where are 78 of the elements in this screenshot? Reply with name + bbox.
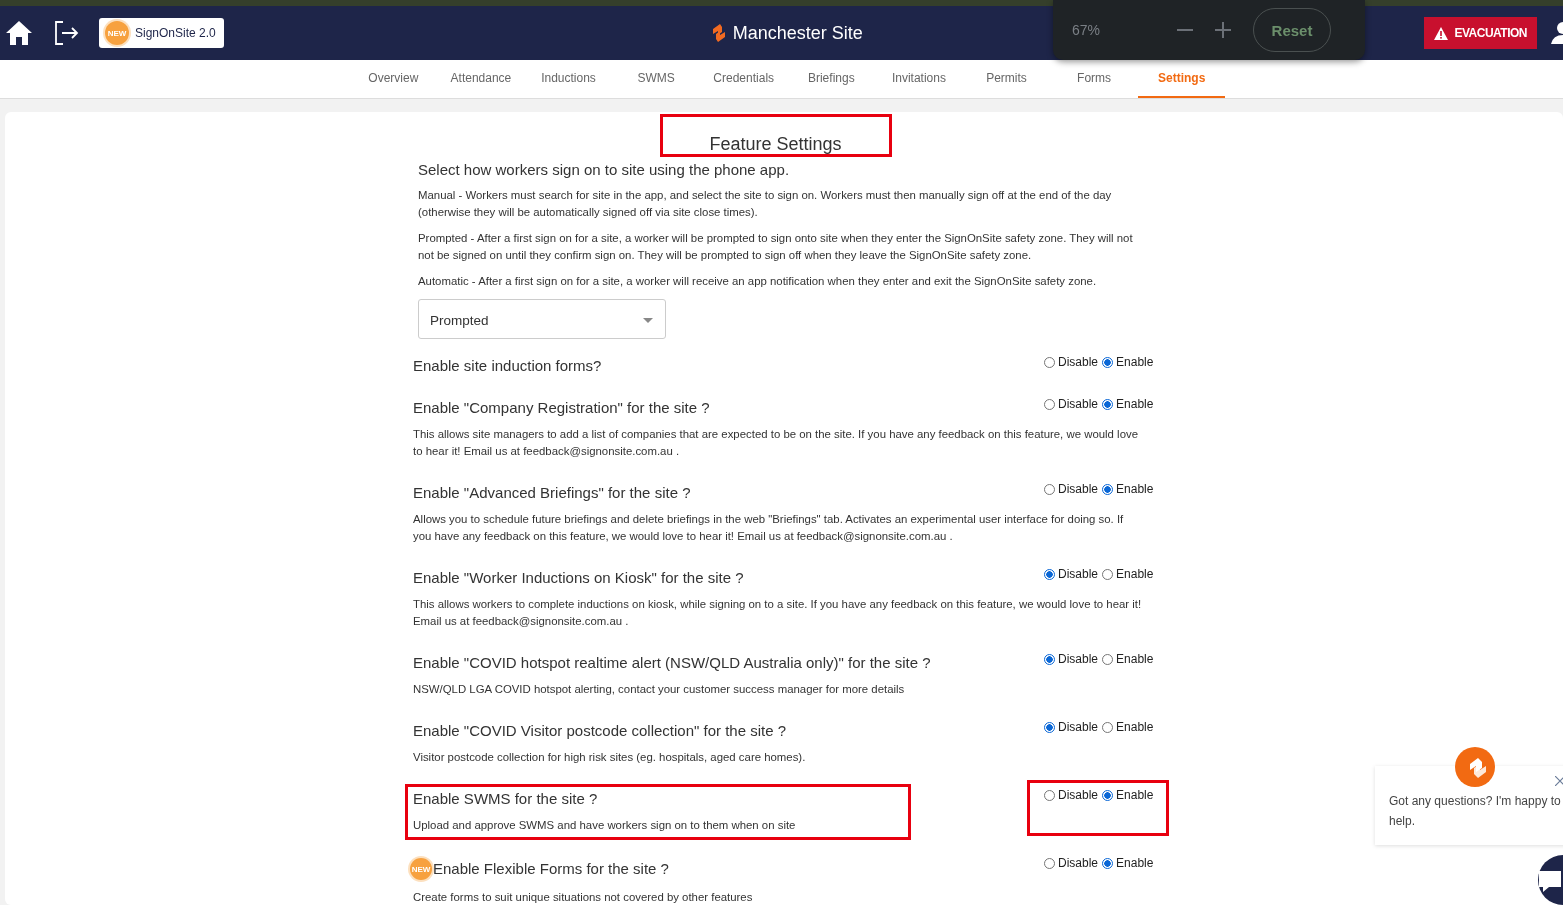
logout-icon[interactable] [53, 20, 79, 46]
radio-button[interactable] [1102, 398, 1114, 410]
feature-description: NSW/QLD LGA COVID hotspot alerting, contact your customer success manager for more details [413, 682, 906, 697]
feature-description: Create forms to suit unique situations not covered by other features [413, 890, 754, 905]
nav-tab[interactable]: SWMS [612, 60, 700, 98]
radio-option[interactable]: Enable [1102, 355, 1154, 369]
warning-icon [1434, 26, 1449, 40]
radio-option[interactable]: Enable [1102, 720, 1154, 734]
radio-option[interactable]: Disable [1044, 788, 1099, 802]
home-icon[interactable] [5, 20, 33, 46]
mode-description: Manual - Workers must search for site in the app, and select the site to sign on. Workers must then manually sign off at the end of the day (otherwise they will be automatically signed off via site close times). [418, 188, 1113, 220]
radio-option[interactable]: Enable [1102, 652, 1154, 666]
nav-tab[interactable]: Inductions [524, 60, 613, 98]
caret-icon [643, 317, 653, 323]
nav-tab[interactable]: Credentials [699, 60, 788, 98]
feature-description: Visitor postcode collection for high risk sites (eg. hospitals, aged care homes). [413, 750, 807, 765]
radio-option[interactable]: Enable [1102, 856, 1154, 870]
radio-button[interactable] [1044, 568, 1055, 580]
minus-icon [1177, 29, 1193, 31]
radio-button[interactable] [1044, 653, 1055, 665]
radio-button[interactable] [1102, 721, 1114, 733]
radio-button[interactable] [1044, 483, 1055, 495]
feature-title: Enable "Company Registration" for the site ? [413, 399, 710, 417]
radio-button[interactable] [1044, 398, 1055, 410]
feature-description: Allows you to schedule future briefings and delete briefings in the web "Briefings" tab. Activates an experimental user interface for doing so. If you have any feedback on this feature, we would love to hear it! Email us at feedback@signonsite.com.au . [413, 512, 1125, 544]
plus-icon [1214, 21, 1232, 39]
feature-description: Upload and approve SWMS and have workers sign on to them when on site [413, 818, 797, 833]
feature-title: Enable "COVID Visitor postcode collection" for the site ? [413, 722, 787, 740]
mode-description: Automatic - After a first sign on for a site, a worker will receive an app notification when they enter and exit the SignOnSite safety zone. [418, 274, 1098, 289]
close-icon[interactable] [1555, 776, 1563, 786]
radio-option[interactable]: Disable [1044, 567, 1099, 581]
radio-option[interactable]: Disable [1044, 856, 1099, 870]
version-badge-button[interactable]: NEW SignOnSite 2.0 [99, 18, 224, 48]
radio-option[interactable]: Disable [1044, 720, 1099, 734]
radio-button[interactable] [1044, 789, 1055, 801]
radio-option[interactable]: Disable [1044, 652, 1099, 666]
feature-description: This allows workers to complete inductions on kiosk, while signing on to a site. If you have any feedback on this feature, we would love to hear it! Email us at feedback@signonsite.com.au . [413, 597, 1143, 629]
nav-tab[interactable]: Attendance [437, 60, 525, 98]
new-badge: NEW [105, 21, 129, 45]
radio-option[interactable]: Disable [1044, 355, 1099, 369]
radio-button[interactable] [1102, 789, 1114, 801]
evacuation-button[interactable]: EVACUATION [1424, 17, 1537, 49]
nav-tab[interactable]: Forms [1050, 60, 1138, 98]
radio-button[interactable] [1044, 721, 1055, 733]
nav-tab[interactable]: Briefings [787, 60, 876, 98]
sign-on-heading: Select how workers sign on to site using the phone app. [418, 161, 791, 178]
chat-message: Got any questions? I'm happy to help. [1389, 793, 1562, 830]
radio-button[interactable] [1044, 356, 1055, 368]
feature-description: This allows site managers to add a list of companies that are expected to be on the site. If you have any feedback on this feature, we would love to hear it! Email us at feedback@signonsite.com.au . [413, 427, 1139, 459]
radio-option[interactable]: Disable [1044, 397, 1099, 411]
nav-tab[interactable]: Invitations [875, 60, 963, 98]
radio-option[interactable]: Disable [1044, 482, 1099, 496]
radio-option[interactable]: Enable [1102, 788, 1154, 802]
sign-on-mode-dropdown[interactable]: Prompted [418, 299, 666, 339]
zoom-in-button[interactable] [1214, 21, 1232, 39]
user-icon[interactable] [1551, 22, 1563, 44]
radio-button[interactable] [1102, 568, 1114, 580]
radio-button[interactable] [1102, 857, 1114, 869]
feature-title: Enable "Worker Inductions on Kiosk" for the site ? [413, 569, 744, 587]
mode-description: Prompted - After a first sign on for a site, a worker will be prompted to sign onto site when they enter the SignOnSite safety zone. They will not not be signed on until they confirm sign on. They will be prompted to sign off when they leave the SignOnSite safety zone. [418, 231, 1134, 263]
radio-option[interactable]: Enable [1102, 482, 1154, 496]
feature-title: Enable site induction forms? [413, 357, 602, 375]
zoom-level: 67% [1072, 22, 1102, 38]
radio-button[interactable] [1102, 356, 1114, 368]
feature-title: Enable "COVID hotspot realtime alert (NSW/QLD Australia only)" for the site ? [413, 654, 931, 672]
site-title: Manchester Site [732, 22, 863, 44]
nav-tab[interactable]: Overview [349, 60, 438, 98]
feature-title: Enable Flexible Forms for the site ? [433, 860, 669, 878]
feature-title: Enable SWMS for the site ? [413, 790, 598, 808]
radio-button[interactable] [1102, 653, 1114, 665]
radio-option[interactable]: Enable [1102, 567, 1154, 581]
nav-tab[interactable]: Permits [962, 60, 1051, 98]
radio-button[interactable] [1102, 483, 1114, 495]
section-title: Feature Settings [659, 114, 892, 157]
radio-option[interactable]: Enable [1102, 397, 1154, 411]
new-badge: NEW [410, 858, 432, 880]
feature-title: Enable "Advanced Briefings" for the site ? [413, 484, 691, 502]
radio-button[interactable] [1044, 857, 1055, 869]
